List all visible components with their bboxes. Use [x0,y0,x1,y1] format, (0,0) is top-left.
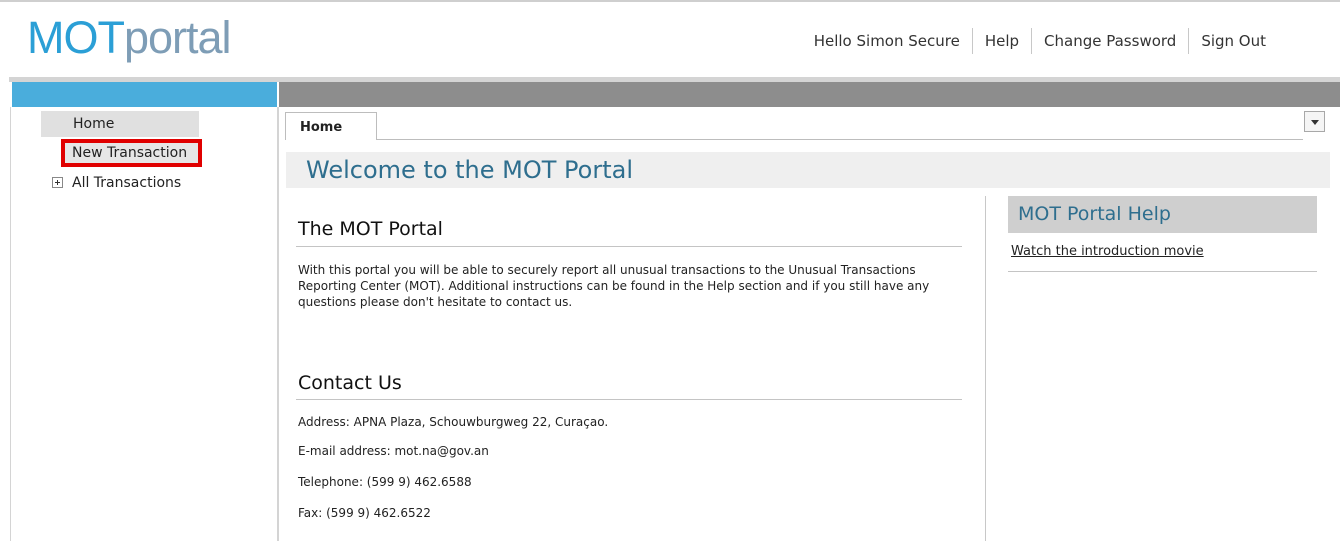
contact-heading: Contact Us [298,372,402,394]
sidebar-item-label: All Transactions [72,175,182,191]
page-title: Welcome to the MOT Portal [306,156,633,184]
tab-menu-dropdown-icon[interactable] [1304,111,1325,132]
help-panel-header: MOT Portal Help [1008,196,1317,233]
logo-portal: portal [123,12,232,63]
help-panel-title: MOT Portal Help [1018,203,1171,225]
portal-description: With this portal you will be able to sec… [298,263,930,309]
help-panel-divider [1008,271,1317,272]
contact-heading-divider [296,399,962,400]
logo: MOTportal [27,10,232,66]
tab-home[interactable]: Home [285,112,377,140]
sign-out-link[interactable]: Sign Out [1189,28,1278,54]
user-greeting: Hello Simon Secure [813,32,960,50]
portal-heading-divider [296,246,962,247]
contact-email: E-mail address: mot.na@gov.an [298,444,489,458]
logo-mot: MOT [27,12,125,63]
contact-address: Address: APNA Plaza, Schouwburgweg 22, C… [298,415,609,429]
welcome-banner: Welcome to the MOT Portal [286,152,1330,188]
help-link[interactable]: Help [973,28,1031,54]
portal-heading: The MOT Portal [298,218,443,240]
top-border [0,0,1340,2]
sidebar-header-bar [12,82,277,107]
sidebar-right-border [277,107,279,541]
top-nav: Hello Simon Secure Help Change Password … [802,28,1278,54]
sidebar-item-home[interactable]: Home [41,111,199,137]
intro-movie-link[interactable]: Watch the introduction movie [1011,244,1204,259]
contact-fax: Fax: (599 9) 462.6522 [298,506,431,520]
change-password-link[interactable]: Change Password [1032,28,1188,54]
column-divider [985,196,986,541]
contact-telephone: Telephone: (599 9) 462.6588 [298,475,472,489]
main-header-bar [279,82,1340,107]
tab-strip-line [377,139,1303,140]
expand-plus-icon[interactable] [52,176,63,188]
sidebar-left-border [10,107,11,541]
sidebar-item-all-transactions[interactable]: All Transactions [52,172,181,194]
sidebar-item-new-transaction[interactable]: New Transaction [61,139,202,167]
